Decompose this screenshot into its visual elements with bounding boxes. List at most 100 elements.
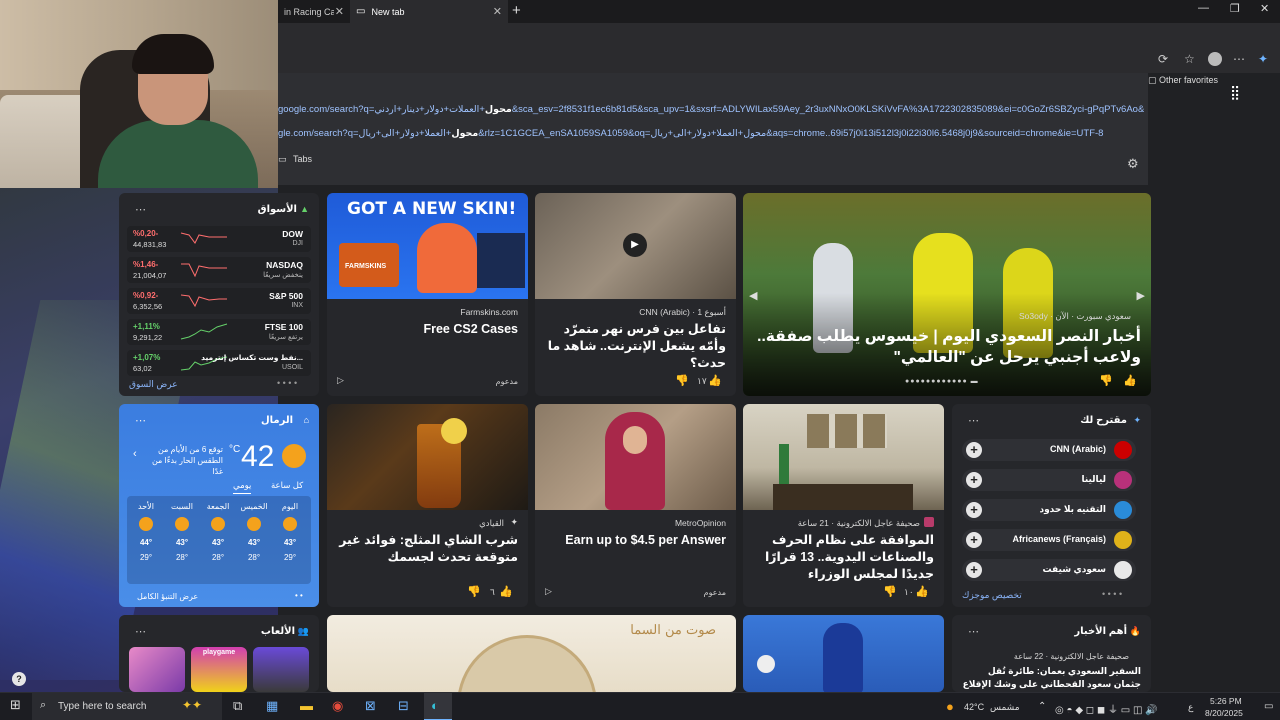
close-window-icon[interactable]: ✕: [1260, 2, 1269, 15]
edge-icon[interactable]: ◐: [424, 693, 452, 720]
sparkline: [180, 323, 228, 340]
tab-racing[interactable]: in Racing Car | ✕: [278, 0, 350, 23]
weather-card[interactable]: ⋯ الرمال ⌂ توقع 6 من الأيام من الطقس الح…: [119, 404, 319, 607]
banner-text: صوت من السما: [630, 623, 716, 638]
more-icon[interactable]: ⋯: [968, 625, 979, 638]
taskbar-search[interactable]: ⌕ Type here to search ✦✦: [32, 693, 222, 720]
clock-date[interactable]: 8/20/2025: [1205, 708, 1243, 718]
taskbar-temp[interactable]: 42°C: [964, 702, 984, 712]
day-high: 43°: [211, 538, 225, 547]
hero-card[interactable]: ◀ ▶ So3ody · سعودي سبورت · الآن أخبار ال…: [743, 193, 1151, 396]
tea-title: شرب الشاي المثلج: فوائد غير متوقعة تحدث …: [339, 533, 518, 564]
dislike-icon[interactable]: 👎: [675, 374, 689, 387]
favorites-icon[interactable]: ☆: [1184, 52, 1195, 66]
file-explorer-icon[interactable]: ▬: [300, 698, 313, 713]
promo-card[interactable]: GOT A NEW SKIN! FARMSKINS Farmskins.com …: [327, 193, 528, 396]
refresh-icon[interactable]: ⟳: [1158, 52, 1168, 66]
copilot-icon[interactable]: ✦: [1258, 52, 1268, 66]
market-row[interactable]: %0,92- 6,352,56 S&P 500 INX: [127, 288, 311, 314]
follow-item[interactable]: + التقنيه بلا حدود: [962, 499, 1136, 521]
chevron-up-icon[interactable]: ⌃: [1038, 701, 1046, 712]
other-favorites[interactable]: ▢ Other favorites: [1148, 75, 1218, 86]
profile-avatar[interactable]: [1208, 52, 1222, 66]
search-placeholder: Type here to search: [58, 701, 147, 712]
follow-item[interactable]: + Africanews (Français): [962, 529, 1136, 551]
tab-daily[interactable]: يومي: [233, 480, 252, 494]
dislike-icon[interactable]: 👎: [883, 585, 897, 598]
play-icon[interactable]: ▶: [623, 233, 647, 257]
tab-new-tab[interactable]: ▭ New tab ✕: [350, 0, 508, 23]
video-card[interactable]: ▶ CNN (Arabic) · 1 أسبوع تفاعل بين فرس ن…: [535, 193, 736, 396]
help-icon[interactable]: ?: [12, 672, 26, 686]
new-tab-button[interactable]: +: [512, 2, 521, 19]
clock-time[interactable]: 5:26 PM: [1210, 696, 1242, 706]
ime-indicator[interactable]: ع: [1188, 702, 1193, 713]
promo-source: Farmskins.com: [460, 307, 518, 317]
close-icon[interactable]: ✕: [493, 5, 502, 18]
see-market-link[interactable]: عرض السوق: [129, 379, 178, 390]
more-icon[interactable]: ⋯: [135, 414, 146, 427]
more-icon[interactable]: ⋯: [968, 414, 979, 427]
network-app-icon[interactable]: ⊟: [398, 698, 409, 714]
add-icon[interactable]: +: [966, 442, 982, 458]
add-icon[interactable]: +: [966, 532, 982, 548]
chrome-icon[interactable]: ◉: [332, 698, 343, 714]
add-icon[interactable]: +: [966, 502, 982, 518]
tray-icons[interactable]: ◎ ◓ ◆ ◻ ◼ ⏚ ▭ ◫ 🔊: [1055, 701, 1158, 716]
market-row[interactable]: %0,20- 44,831,83 DOW DJI: [127, 226, 311, 252]
windows-start-icon[interactable]: ⊞: [10, 697, 21, 713]
market-row[interactable]: +1,11% 9,291,22 FTSE 100 يرتفع سريعًا: [127, 319, 311, 345]
more-icon[interactable]: ⋯: [135, 625, 146, 638]
sun-icon: [175, 517, 189, 531]
settings-gear-icon[interactable]: ⚙: [1127, 156, 1139, 172]
follow-item[interactable]: + ليالينا: [962, 469, 1136, 491]
more-icon[interactable]: ⋯: [1233, 52, 1245, 66]
suggestion-item[interactable]: gle.com/search?q= محول+العملا+دولار+الى+ر…: [278, 128, 1144, 139]
like-icon[interactable]: 👍: [1123, 374, 1137, 387]
earn-card[interactable]: MetroOpinion Earn up to $4.5 per Answer …: [535, 404, 736, 607]
excel-app-icon[interactable]: ⊠: [365, 698, 376, 714]
apps-grid-icon[interactable]: ⣿: [1230, 84, 1240, 101]
dislike-icon[interactable]: 👎: [467, 585, 481, 598]
market-row[interactable]: +1,07% 63,02 نفط وست تكساس إنترميد... US…: [127, 350, 311, 376]
tabs-suggestion[interactable]: ▭ Tabs: [278, 154, 312, 165]
dislike-icon[interactable]: 👎: [1099, 374, 1113, 387]
pager-dots: • • • •: [277, 378, 298, 388]
banner-card[interactable]: صوت من السما: [327, 615, 736, 692]
close-icon[interactable]: ✕: [335, 5, 344, 18]
task-view-icon[interactable]: ⧉: [233, 698, 242, 714]
add-icon[interactable]: +: [966, 562, 982, 578]
game-tile[interactable]: [129, 647, 185, 692]
customize-feed-link[interactable]: تخصيص موجزك: [962, 590, 1022, 601]
game-tile[interactable]: playgame: [191, 647, 247, 692]
follow-item[interactable]: + سعودي شيفت: [962, 559, 1136, 581]
market-row[interactable]: %1,46- 21,004,07 NASDAQ ينخفض سريعًا: [127, 257, 311, 283]
crafts-card[interactable]: صحيفة عاجل الالكترونية · 21 ساعة الموافق…: [743, 404, 944, 607]
prev-icon[interactable]: ‹: [133, 448, 137, 460]
notification-icon[interactable]: ▭: [1264, 701, 1273, 712]
tea-card[interactable]: القيادي ✦ شرب الشاي المثلج: فوائد غير مت…: [327, 404, 528, 607]
tab-hourly[interactable]: كل ساعة: [271, 480, 303, 491]
publisher-logo: [1114, 531, 1132, 549]
calculator-icon[interactable]: ▦: [266, 698, 278, 714]
like-icon[interactable]: 👍: [915, 585, 929, 598]
next-arrow-icon[interactable]: ▶: [1137, 289, 1145, 302]
full-forecast-link[interactable]: عرض التنبؤ الكامل: [137, 592, 198, 601]
sun-icon: [282, 444, 306, 468]
weather-sun-icon[interactable]: ●: [946, 699, 954, 714]
news-headline[interactable]: السفير السعودي بعمان: طائرة تُقل جثمان س…: [961, 665, 1141, 692]
prev-arrow-icon[interactable]: ◀: [749, 289, 757, 302]
suggestion-item[interactable]: google.com/search?q= محول+العملات+دولار+د…: [278, 104, 1144, 115]
like-icon[interactable]: 👍: [499, 585, 513, 598]
game-tile[interactable]: [253, 647, 309, 692]
minimize-icon[interactable]: —: [1198, 2, 1209, 14]
publisher-logo: [1114, 501, 1132, 519]
sports-image-card[interactable]: [743, 615, 944, 692]
earn-source: MetroOpinion: [674, 518, 726, 528]
follow-item[interactable]: + CNN (Arabic): [962, 439, 1136, 461]
add-icon[interactable]: +: [966, 472, 982, 488]
restore-icon[interactable]: ❐: [1230, 2, 1240, 15]
more-icon[interactable]: ⋯: [135, 203, 146, 216]
like-icon[interactable]: 👍: [708, 374, 722, 387]
crafts-source: صحيفة عاجل الالكترونية · 21 ساعة: [797, 518, 920, 528]
